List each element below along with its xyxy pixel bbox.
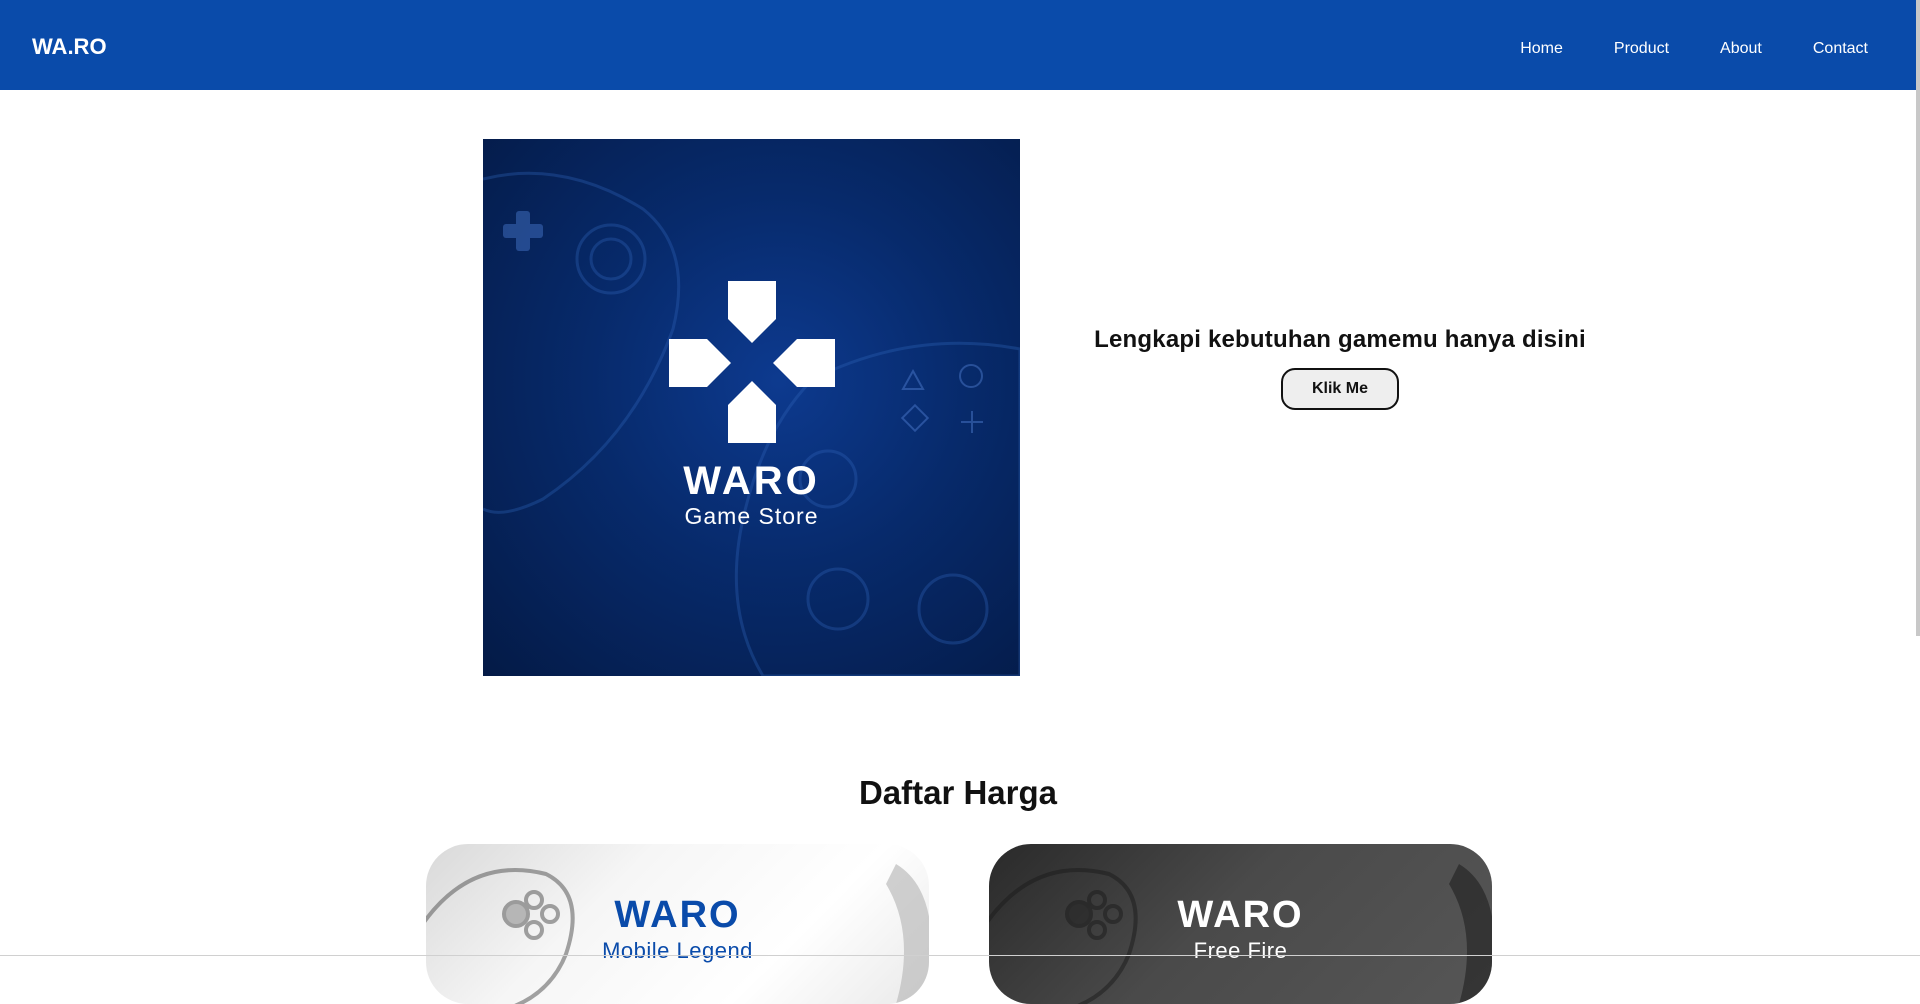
hero-banner-image: WARO Game Store [483, 139, 1020, 676]
dpad-cross-icon [669, 281, 835, 443]
navbar: WA.RO Home Product About Contact [0, 0, 1916, 90]
hero-heading: Lengkapi kebutuhan gamemu hanya disini [1094, 326, 1586, 353]
card-brand: WARO [1177, 894, 1304, 936]
klik-me-button[interactable]: Klik Me [1281, 368, 1399, 410]
site-logo[interactable]: WA.RO [32, 34, 107, 60]
card-subtitle: Free Fire [1193, 938, 1288, 963]
hero-text-block: Lengkapi kebutuhan gamemu hanya disini K… [1050, 326, 1630, 410]
price-card-free-fire[interactable]: WARO Free Fire [989, 844, 1492, 1004]
hero-image-brand: WARO [683, 459, 820, 503]
card-subtitle: Mobile Legend [602, 938, 753, 963]
nav-link-product[interactable]: Product [1614, 39, 1669, 59]
price-card-mobile-legend[interactable]: WARO Mobile Legend [426, 844, 929, 1004]
hero-image-tagline: Game Store [684, 503, 819, 529]
nav-link-contact[interactable]: Contact [1813, 39, 1868, 59]
price-list-title: Daftar Harga [858, 774, 1058, 811]
card-brand: WARO [614, 894, 741, 936]
page-scrollbar[interactable] [1916, 0, 1920, 636]
nav-link-about[interactable]: About [1720, 39, 1762, 59]
nav-menu: Home Product About Contact [1469, 39, 1868, 59]
nav-link-home[interactable]: Home [1520, 39, 1563, 59]
